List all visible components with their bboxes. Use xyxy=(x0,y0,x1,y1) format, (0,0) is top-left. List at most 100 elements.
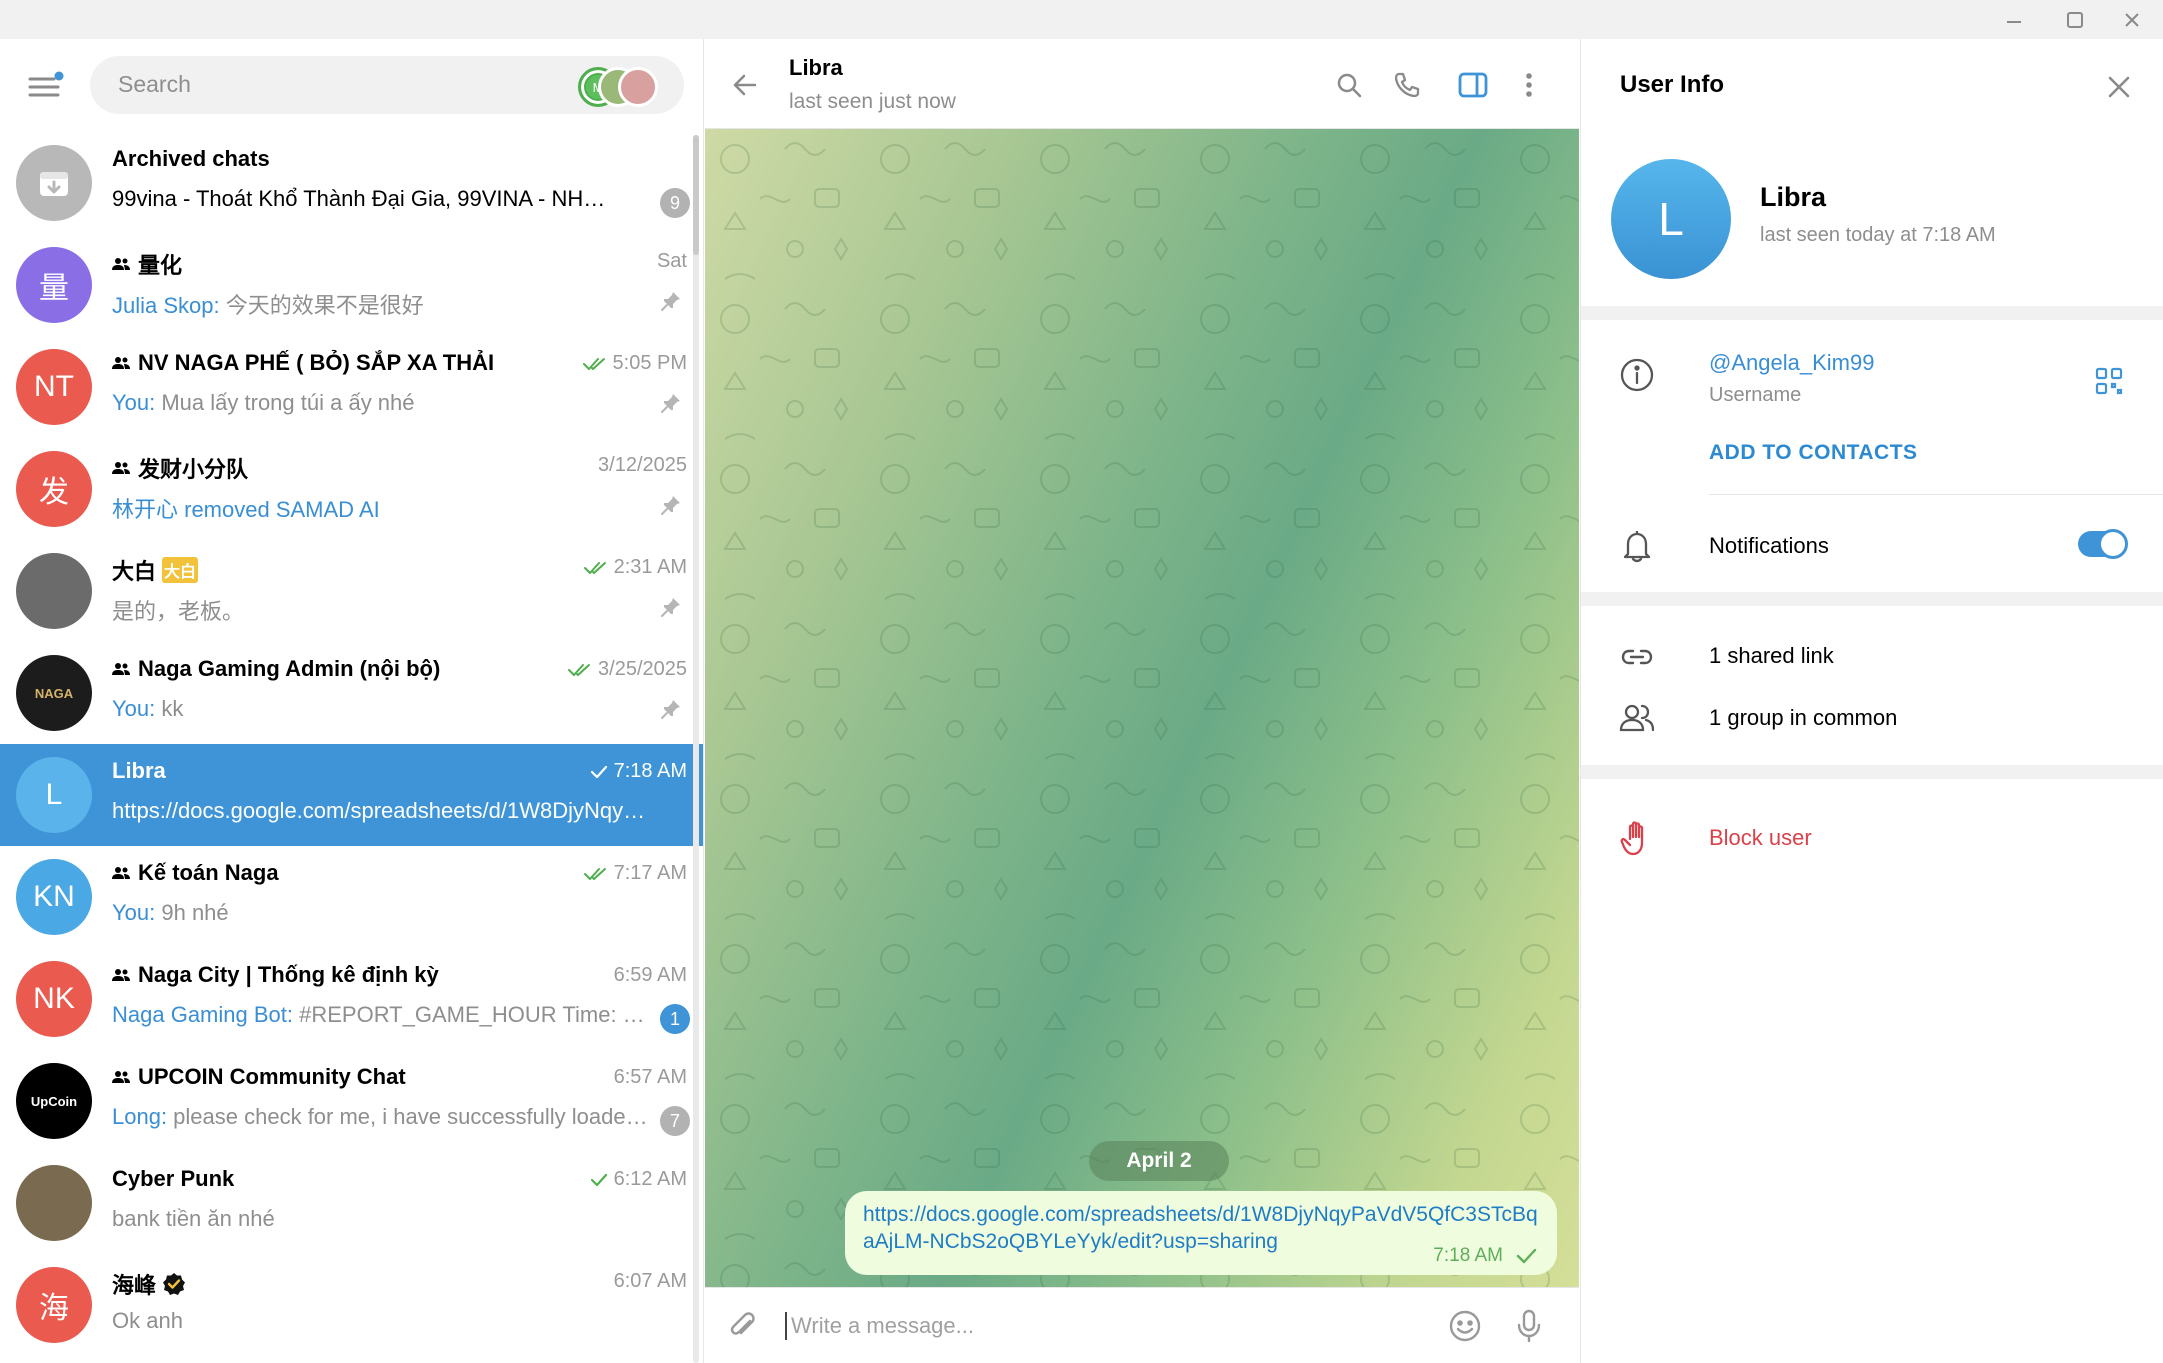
preview-sender: Naga Gaming Bot: xyxy=(112,1002,300,1027)
avatar-initials: NAGA xyxy=(34,685,74,701)
chat-row[interactable]: 量量化 Sat Julia Skop: 今天的效果不是很好 xyxy=(0,234,703,336)
message-input[interactable]: Write a message... xyxy=(785,1312,974,1340)
chat-avatar[interactable]: NAGA xyxy=(16,655,92,731)
close-icon[interactable] xyxy=(2101,69,2137,105)
chat-preview: Ok anh xyxy=(112,1308,652,1334)
window-title-bar xyxy=(0,0,2163,39)
chat-name: 海峰 xyxy=(112,1268,186,1300)
phone-icon[interactable] xyxy=(1387,65,1427,105)
pin-icon xyxy=(661,394,680,413)
attach-icon[interactable] xyxy=(723,1306,763,1346)
chat-row[interactable]: KN Kế toán Naga 7:17 AM You: 9h nhé xyxy=(0,846,703,948)
preview-text: 9h nhé xyxy=(161,900,229,925)
chat-row[interactable]: NT NV NAGA PHẾ ( BỎ) SẮP XA THẢI 5:05 PM Yo… xyxy=(0,336,703,438)
profile-last-seen: last seen today at 7:18 AM xyxy=(1760,224,1996,246)
chat-time-text: 2:31 AM xyxy=(613,556,687,578)
chat-time: 7:17 AM xyxy=(583,862,687,885)
date-separator: April 2 xyxy=(1089,1141,1229,1181)
search-field[interactable]: Search M xyxy=(90,56,684,114)
chat-name: NV NAGA PHẾ ( BỎ) SẮP XA THẢI xyxy=(112,350,494,376)
chat-avatar[interactable]: KN xyxy=(16,859,92,935)
maximize-icon[interactable] xyxy=(2044,0,2106,39)
chat-row[interactable]: Cyber Punk 6:12 AM bank tiền ăn nhé xyxy=(0,1152,703,1254)
chat-avatar[interactable]: L xyxy=(16,757,92,833)
chat-row[interactable]: L Libra 7:18 AM https://docs.google.com/spr… xyxy=(0,744,703,846)
chat-name: UPCOIN Community Chat xyxy=(112,1064,406,1090)
scrollbar-track[interactable] xyxy=(693,135,699,1363)
story-avatar[interactable] xyxy=(618,67,658,107)
chat-row[interactable]: UpCoin UPCOIN Community Chat 6:57 AM Long: … xyxy=(0,1050,703,1152)
preview-text: bank tiền ăn nhé xyxy=(112,1206,275,1231)
chat-avatar[interactable]: UpCoin xyxy=(16,1063,92,1139)
chat-avatar[interactable]: 海 xyxy=(16,1267,92,1343)
chat-name: 大白 大白 xyxy=(112,554,199,586)
preview-text: 99vina - Thoát Khổ Thành Đại Gia, 99VINA… xyxy=(112,186,612,211)
add-to-contacts-button[interactable]: ADD TO CONTACTS xyxy=(1709,441,1918,465)
username-value[interactable]: @Angela_Kim99 xyxy=(1709,350,1874,376)
outgoing-message-bubble[interactable]: https://docs.google.com/spreadsheets/d/1… xyxy=(845,1191,1557,1275)
avatar-initials: L xyxy=(45,778,63,811)
chat-avatar[interactable]: 量 xyxy=(16,247,92,323)
chat-avatar[interactable]: NT xyxy=(16,349,92,425)
close-window-icon[interactable] xyxy=(2101,0,2163,39)
link-icon xyxy=(1617,637,1657,677)
chat-wallpaper: April 2 https://docs.google.com/spreadsh… xyxy=(705,129,1579,1287)
emoji-icon[interactable] xyxy=(1445,1306,1485,1346)
scrollbar-thumb[interactable] xyxy=(693,135,699,255)
message-composer: Write a message... xyxy=(705,1287,1579,1363)
chat-name-text: 大白 xyxy=(112,559,157,584)
preview-text: 今天的效果不是很好 xyxy=(225,293,424,318)
groups-in-common-item[interactable]: 1 group in common xyxy=(1709,705,1897,731)
chat-name: Cyber Punk xyxy=(112,1166,234,1192)
chat-avatar[interactable]: NK xyxy=(16,961,92,1037)
chat-avatar[interactable]: 发 xyxy=(16,451,92,527)
preview-sender: You: xyxy=(112,390,162,415)
search-icon[interactable] xyxy=(1329,65,1369,105)
profile-avatar[interactable]: L xyxy=(1611,159,1731,279)
chat-row[interactable]: Archived chats 99vina - Thoát Khổ Thành Đ… xyxy=(0,132,703,234)
microphone-icon[interactable] xyxy=(1509,1306,1549,1346)
bell-icon xyxy=(1617,526,1657,566)
single-check-icon xyxy=(590,1173,607,1186)
preview-text: kk xyxy=(161,696,184,721)
minimize-icon[interactable] xyxy=(1983,0,2045,39)
chat-row[interactable]: NK Naga City | Thống kê định kỳ 6:59 AM Nag… xyxy=(0,948,703,1050)
chat-time-text: 5:05 PM xyxy=(612,352,687,374)
chat-time-text: 3/12/2025 xyxy=(598,454,687,476)
hamburger-menu-icon[interactable] xyxy=(24,67,64,107)
avatar-initials: NT xyxy=(34,370,74,403)
chat-name-text: UPCOIN Community Chat xyxy=(138,1064,406,1089)
chat-row[interactable]: 海 海峰 6:07 AM Ok anh xyxy=(0,1254,703,1356)
conversation-status: last seen just now xyxy=(789,90,956,113)
chat-row[interactable]: 大白 大白 2:31 AM 是的，老板。 xyxy=(0,540,703,642)
chat-row[interactable]: NAGA Naga Gaming Admin (nội bộ) 3/25/2025 Y… xyxy=(0,642,703,744)
conversation-title[interactable]: Libra xyxy=(789,55,843,81)
chat-avatar[interactable] xyxy=(16,1165,92,1241)
chat-time: 6:12 AM xyxy=(590,1168,687,1191)
double-check-icon xyxy=(583,867,606,880)
chat-time: 6:59 AM xyxy=(614,964,687,987)
chat-name-text: 海峰 xyxy=(112,1273,157,1298)
back-arrow-icon[interactable] xyxy=(725,65,765,105)
shared-links-item[interactable]: 1 shared link xyxy=(1709,643,1834,669)
sidebar-toggle-icon[interactable] xyxy=(1453,65,1493,105)
chat-time: 2:31 AM xyxy=(583,556,687,579)
preview-text: Ok anh xyxy=(112,1308,183,1333)
username-label: Username xyxy=(1709,384,1802,406)
search-input[interactable]: Search xyxy=(118,71,191,98)
message-time: 7:18 AM xyxy=(1433,1245,1503,1266)
preview-text: please check for me, i have successfully… xyxy=(173,1104,652,1129)
notifications-toggle[interactable] xyxy=(2078,529,2128,559)
chat-avatar[interactable] xyxy=(16,553,92,629)
chat-avatar[interactable] xyxy=(16,145,92,221)
chat-name-text: Libra xyxy=(112,758,166,783)
preview-sender: Long: xyxy=(112,1104,174,1129)
chat-time-text: 7:18 AM xyxy=(613,760,687,782)
pin-icon xyxy=(661,496,680,515)
more-vertical-icon[interactable] xyxy=(1509,65,1549,105)
avatar-initials: 海 xyxy=(39,1292,69,1325)
chat-preview: You: 9h nhé xyxy=(112,900,652,926)
qr-code-icon[interactable] xyxy=(2089,361,2129,401)
block-user-button[interactable]: Block user xyxy=(1709,825,1812,851)
chat-row[interactable]: 发 发财小分队 3/12/2025 林开心 removed SAMAD AI xyxy=(0,438,703,540)
